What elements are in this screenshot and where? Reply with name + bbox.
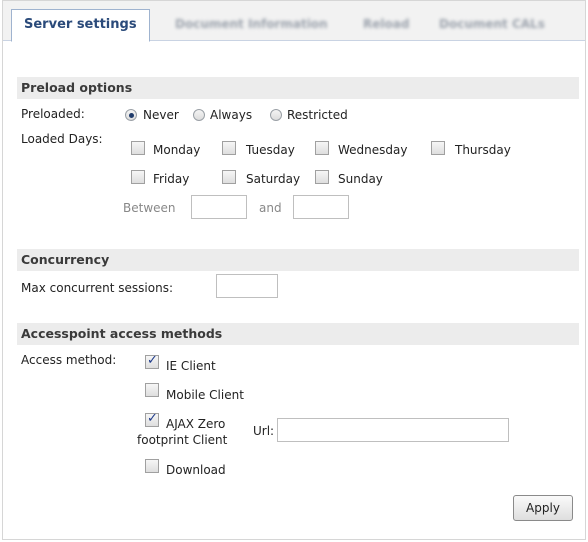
checkbox-ie-client[interactable] (145, 353, 159, 369)
label-download: Download (166, 463, 226, 477)
max-sessions-input[interactable] (216, 274, 278, 298)
tab-server-settings[interactable]: Server settings (11, 9, 150, 42)
checkbox-monday[interactable] (131, 141, 145, 155)
between-from-input[interactable] (191, 195, 247, 219)
between-to-input[interactable] (293, 195, 349, 219)
radio-never-label: Never (143, 108, 179, 122)
checkbox-saturday[interactable] (222, 170, 236, 184)
checkbox-mobile-client[interactable] (145, 383, 159, 397)
checkbox-sunday[interactable] (315, 170, 329, 184)
label-ajax-line1: AJAX Zero (166, 417, 226, 431)
radio-always[interactable] (193, 109, 205, 121)
checkbox-friday[interactable] (131, 170, 145, 184)
apply-button[interactable]: Apply (513, 495, 573, 521)
max-sessions-label: Max concurrent sessions: (21, 281, 173, 295)
label-friday: Friday (153, 172, 190, 186)
label-sunday: Sunday (338, 172, 383, 186)
and-label: and (259, 201, 282, 215)
tab-document-information[interactable]: Document Information (163, 9, 340, 41)
label-saturday: Saturday (246, 172, 301, 186)
tab-bar: Server settings Document Information Rel… (3, 1, 585, 42)
url-input[interactable] (277, 418, 509, 442)
between-label: Between (123, 201, 176, 215)
label-ie-client: IE Client (166, 359, 216, 373)
label-ajax-line2: footprint Client (137, 433, 228, 447)
tab-document-cals[interactable]: Document CALs (427, 9, 557, 41)
radio-always-label: Always (210, 108, 253, 122)
access-method-label: Access method: (21, 353, 117, 367)
preloaded-label: Preloaded: (21, 107, 85, 121)
tab-reload[interactable]: Reload (351, 9, 421, 41)
radio-never[interactable] (125, 109, 137, 121)
checkbox-wednesday[interactable] (315, 141, 329, 155)
url-label: Url: (253, 424, 275, 438)
settings-panel: Server settings Document Information Rel… (2, 0, 586, 540)
checkbox-ajax-client[interactable] (145, 411, 159, 427)
label-mobile-client: Mobile Client (166, 388, 244, 402)
concurrency-header: Concurrency (17, 249, 579, 271)
label-monday: Monday (153, 143, 201, 157)
loaded-days-label: Loaded Days: (21, 132, 103, 146)
radio-restricted[interactable] (270, 109, 282, 121)
checkbox-download[interactable] (145, 459, 159, 473)
label-wednesday: Wednesday (338, 143, 408, 157)
radio-restricted-label: Restricted (287, 108, 348, 122)
label-thursday: Thursday (455, 143, 511, 157)
label-tuesday: Tuesday (246, 143, 295, 157)
access-methods-header: Accesspoint access methods (17, 323, 579, 345)
checkbox-tuesday[interactable] (222, 141, 236, 155)
preload-options-header: Preload options (17, 77, 579, 99)
checkbox-thursday[interactable] (431, 141, 445, 155)
